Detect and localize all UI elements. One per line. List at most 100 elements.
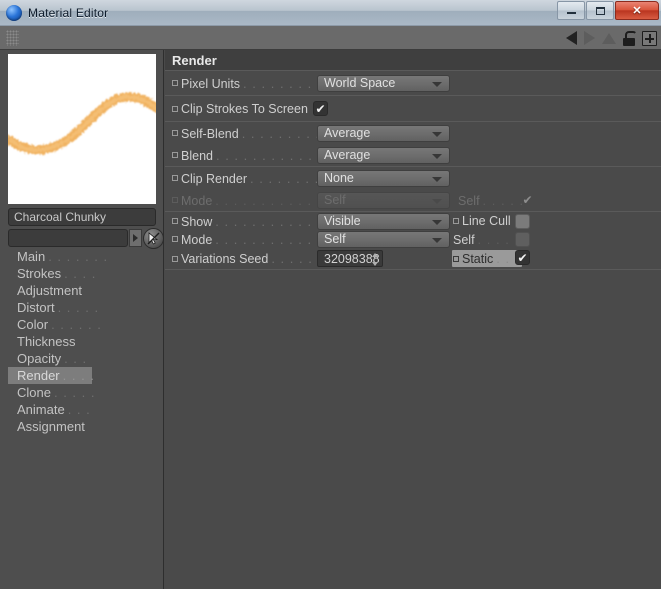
arrow-up-icon[interactable] xyxy=(602,32,616,44)
leader-dots: . . . . . xyxy=(53,385,96,400)
keyframe-marker-icon[interactable] xyxy=(172,80,178,86)
sidebar-item-label: Main xyxy=(17,249,46,264)
row-blend: Blend . . . . . . . . . . . . Average xyxy=(165,144,661,167)
static-checkbox[interactable]: ✔ xyxy=(515,250,530,265)
chevron-down-icon xyxy=(432,153,442,159)
clip-mode-label: Mode xyxy=(181,193,213,208)
show-label: Show xyxy=(181,214,213,229)
sidebar-item-label: Thickness xyxy=(17,334,76,349)
keyframe-marker-icon[interactable] xyxy=(453,218,459,224)
chevron-down-icon xyxy=(432,131,442,137)
editor-toolbar xyxy=(0,26,661,50)
line-cull-label-group: Line Cull xyxy=(453,214,511,228)
mode-self-label-group: Self . . . . . xyxy=(453,232,519,247)
sidebar-item-main[interactable]: Main . . . . . . . xyxy=(8,248,158,265)
mode-dropdown[interactable]: Self xyxy=(317,230,450,248)
leader-dots: . . . . . . . . . . . . . xyxy=(215,213,331,229)
row-pixel-units: Pixel Units . . . . . . . . . . . World … xyxy=(165,71,661,96)
static-label: Static xyxy=(462,251,494,266)
sidebar-item-label: Opacity xyxy=(17,351,62,366)
arrow-right-icon[interactable] xyxy=(584,31,595,45)
chevron-down-icon[interactable] xyxy=(129,229,143,247)
sphere-icon xyxy=(6,4,22,21)
render-properties-panel: Render Pixel Units . . . . . . . . . . .… xyxy=(165,50,661,589)
show-value: Visible xyxy=(324,214,361,228)
sidebar-item-label: Distort xyxy=(17,300,55,315)
leader-dots: . . . . . . xyxy=(51,317,102,332)
chevron-down-icon xyxy=(432,176,442,182)
sidebar-item-strokes[interactable]: Strokes . . . . xyxy=(8,265,158,282)
sidebar-item-thickness[interactable]: Thickness xyxy=(8,333,158,350)
blend-label: Blend xyxy=(181,148,213,163)
sidebar-item-label: Render xyxy=(17,368,60,383)
drag-grip[interactable] xyxy=(6,29,19,46)
sidebar-item-color[interactable]: Color . . . . . . xyxy=(8,316,158,333)
leader-dots: . . . . . . . . . . . . xyxy=(215,147,323,163)
clip-render-dropdown[interactable]: None xyxy=(317,169,450,187)
leader-dots: . . . . . . . . . xyxy=(241,125,321,141)
sidebar-item-distort[interactable]: Distort . . . . . xyxy=(8,299,158,316)
maximize-button[interactable] xyxy=(586,1,614,20)
clip-render-label: Clip Render xyxy=(181,171,248,186)
search-input[interactable] xyxy=(8,229,129,247)
plus-icon[interactable] xyxy=(642,30,657,46)
arrow-left-icon[interactable] xyxy=(566,31,577,45)
keyframe-marker-icon[interactable] xyxy=(453,255,459,262)
variations-seed-input[interactable]: 32098388 xyxy=(317,250,383,267)
clip-render-value: None xyxy=(324,171,354,185)
blend-dropdown[interactable]: Average xyxy=(317,146,450,164)
spinner-icon[interactable] xyxy=(371,253,378,266)
mode-self-label: Self xyxy=(453,232,475,247)
sidebar-item-assignment[interactable]: Assignment xyxy=(8,418,158,435)
material-name-field[interactable]: Charcoal Chunky xyxy=(8,208,156,226)
leader-dots: . . . . . xyxy=(482,193,525,208)
clip-mode-dropdown: Self xyxy=(317,191,450,209)
lock-icon[interactable] xyxy=(623,30,637,46)
clip-strokes-label: Clip Strokes To Screen xyxy=(181,101,308,116)
section-title: Render xyxy=(165,50,661,71)
sidebar-item-label: Assignment xyxy=(17,419,85,434)
self-blend-label: Self-Blend xyxy=(181,126,239,141)
sidebar-item-clone[interactable]: Clone . . . . . xyxy=(8,384,158,401)
mode-value: Self xyxy=(324,232,346,246)
pixel-units-value: World Space xyxy=(324,76,396,90)
window-titlebar: Material Editor ✕ xyxy=(0,0,661,26)
mode-label: Mode xyxy=(181,232,213,247)
pixel-units-dropdown[interactable]: World Space xyxy=(317,74,450,92)
keyframe-marker-icon[interactable] xyxy=(172,152,178,158)
minimize-button[interactable] xyxy=(557,1,585,20)
leader-dots: . . . xyxy=(64,351,88,366)
static-label-group: Static . . . xyxy=(452,250,523,267)
keyframe-marker-icon[interactable] xyxy=(172,130,178,136)
search-row xyxy=(8,227,165,249)
row-self-blend: Self-Blend . . . . . . . . . Average xyxy=(165,122,661,144)
close-button[interactable]: ✕ xyxy=(615,1,659,20)
clip-strokes-checkbox[interactable]: ✔ xyxy=(313,101,328,116)
line-cull-checkbox[interactable] xyxy=(515,214,530,229)
cursor-picker-icon[interactable] xyxy=(143,227,165,249)
material-nav-list: Main . . . . . . . Strokes . . . . Adjus… xyxy=(8,248,158,435)
pixel-units-label: Pixel Units xyxy=(181,76,241,91)
keyframe-marker-icon[interactable] xyxy=(172,255,178,262)
row-clip-render: Clip Render . . . . . . . . . None xyxy=(165,167,661,189)
sidebar-item-animate[interactable]: Animate . . . xyxy=(8,401,158,418)
window-controls: ✕ xyxy=(556,1,659,20)
row-clip-strokes: Clip Strokes To Screen ✔ xyxy=(165,96,661,122)
blend-value: Average xyxy=(324,148,371,162)
self-blend-dropdown[interactable]: Average xyxy=(317,124,450,142)
row-show: Show . . . . . . . . . . . . . Visible L… xyxy=(165,212,661,230)
sidebar-item-opacity[interactable]: Opacity . . . xyxy=(8,350,158,367)
sidebar-item-render[interactable]: Render . . . . xyxy=(8,367,94,384)
material-editor-window: Material Editor ✕ Charcoal Chunky Main .… xyxy=(0,0,661,589)
sidebar-item-label: Animate xyxy=(17,402,65,417)
keyframe-marker-icon[interactable] xyxy=(172,236,178,242)
sidebar-item-adjustment[interactable]: Adjustment xyxy=(8,282,158,299)
keyframe-marker-icon[interactable] xyxy=(172,105,178,112)
sidebar-item-label: Strokes xyxy=(17,266,62,281)
brush-stroke-preview xyxy=(8,54,156,204)
variations-seed-label: Variations Seed xyxy=(181,252,269,266)
chevron-down-icon xyxy=(432,237,442,243)
show-dropdown[interactable]: Visible xyxy=(317,212,450,230)
keyframe-marker-icon[interactable] xyxy=(172,175,178,181)
keyframe-marker-icon[interactable] xyxy=(172,218,178,224)
